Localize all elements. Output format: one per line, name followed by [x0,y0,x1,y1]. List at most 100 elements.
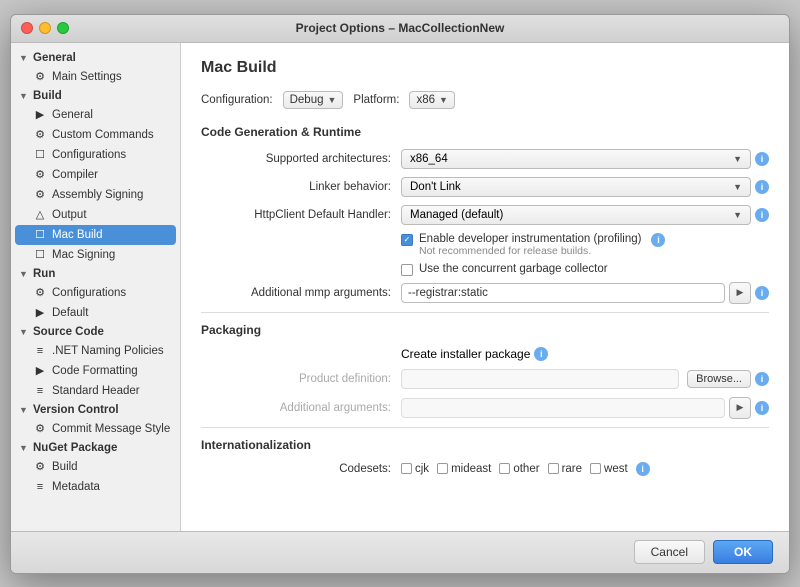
chevron-down-icon: ▼ [733,210,742,220]
codeset-cjk: cjk [401,463,429,475]
linker-label: Linker behavior: [201,181,401,193]
sidebar-item-mac-build[interactable]: ☐ Mac Build [15,225,176,245]
sidebar-item-net-naming[interactable]: ≡ .NET Naming Policies [11,341,180,361]
supported-arch-select[interactable]: x86_64 ▼ [401,149,751,169]
info-icon[interactable]: i [755,286,769,300]
minimize-button[interactable] [39,22,51,34]
west-checkbox[interactable] [590,463,601,474]
configuration-select[interactable]: Debug ▼ [283,91,344,109]
ok-button[interactable]: OK [713,540,773,564]
rare-label: rare [562,463,582,475]
info-icon[interactable]: i [651,233,665,247]
browse-button[interactable]: Browse... [687,370,751,388]
info-icon[interactable]: i [636,462,650,476]
sidebar-item-assembly-signing[interactable]: ⚙ Assembly Signing [11,185,180,205]
info-icon[interactable]: i [755,152,769,166]
sidebar-item-custom-commands[interactable]: ⚙ Custom Commands [11,125,180,145]
info-icon[interactable]: i [755,208,769,222]
linker-select[interactable]: Don't Link ▼ [401,177,751,197]
chevron-down-icon: ▼ [19,443,29,453]
cancel-button[interactable]: Cancel [634,540,705,564]
chevron-down-icon: ▼ [733,154,742,164]
sidebar-item-code-formatting[interactable]: ▶ Code Formatting [11,361,180,381]
sidebar-section-nuget-label: NuGet Package [33,442,117,454]
sidebar-item-general-label: General [52,109,93,121]
httpclient-value: Managed (default) [410,209,503,221]
chevron-down-icon: ▼ [328,95,337,105]
chevron-down-icon: ▼ [19,53,29,63]
window-controls [21,22,69,34]
linker-control: Don't Link ▼ i [401,177,769,197]
linker-row: Linker behavior: Don't Link ▼ i [201,177,769,197]
checkbox-icon: ☐ [33,248,47,262]
sidebar: ▼ General ⚙ Main Settings ▼ Build ▶ Gene… [11,43,181,531]
close-button[interactable] [21,22,33,34]
sidebar-section-source-code[interactable]: ▼ Source Code [11,323,180,341]
sidebar-item-nuget-build[interactable]: ⚙ Build [11,457,180,477]
section-divider [201,312,769,313]
info-icon[interactable]: i [755,372,769,386]
triangle-icon: △ [33,208,47,222]
info-icon[interactable]: i [755,180,769,194]
sidebar-item-general[interactable]: ▶ General [11,105,180,125]
sidebar-section-build-label: Build [33,90,62,102]
mideast-checkbox[interactable] [437,463,448,474]
mideast-label: mideast [451,463,491,475]
sidebar-item-main-settings-label: Main Settings [52,71,122,83]
args-arrow-button[interactable]: ▶ [729,282,751,304]
sidebar-item-mac-signing[interactable]: ☐ Mac Signing [11,245,180,265]
checkbox-icon: ☐ [33,228,47,242]
maximize-button[interactable] [57,22,69,34]
platform-select[interactable]: x86 ▼ [409,91,454,109]
sidebar-section-nuget[interactable]: ▼ NuGet Package [11,439,180,457]
gear-icon: ⚙ [33,168,47,182]
sidebar-item-compiler-label: Compiler [52,169,98,181]
gear-icon: ⚙ [33,128,47,142]
sidebar-item-main-settings[interactable]: ⚙ Main Settings [11,67,180,87]
additional-arguments-control: ▶ i [401,397,769,419]
httpclient-control: Managed (default) ▼ i [401,205,769,225]
additional-arguments-row: Additional arguments: ▶ i [201,397,769,419]
product-definition-input[interactable] [401,369,679,389]
sidebar-item-commit-message[interactable]: ⚙ Commit Message Style [11,419,180,439]
sidebar-section-run-label: Run [33,268,55,280]
sidebar-section-general-label: General [33,52,76,64]
additional-arguments-input[interactable] [401,398,725,418]
sidebar-item-metadata[interactable]: ≡ Metadata [11,477,180,497]
sidebar-section-run[interactable]: ▼ Run [11,265,180,283]
rare-checkbox[interactable] [548,463,559,474]
args-arrow-button[interactable]: ▶ [729,397,751,419]
httpclient-row: HttpClient Default Handler: Managed (def… [201,205,769,225]
sidebar-item-custom-commands-label: Custom Commands [52,129,154,141]
info-icon[interactable]: i [755,401,769,415]
instrumentation-checkbox[interactable] [401,234,413,246]
packaging-section-header: Packaging [201,323,769,337]
sidebar-item-default[interactable]: ▶ Default [11,303,180,323]
intl-section: Internationalization Codesets: cjk midea… [201,438,769,476]
other-label: other [513,463,539,475]
list-icon: ≡ [33,384,47,398]
instrumentation-label: Enable developer instrumentation (profil… [419,233,641,245]
sidebar-item-standard-header[interactable]: ≡ Standard Header [11,381,180,401]
sidebar-section-version-control-label: Version Control [33,404,119,416]
sidebar-item-configurations[interactable]: ☐ Configurations [11,145,180,165]
info-icon[interactable]: i [534,347,548,361]
additional-args-input[interactable] [401,283,725,303]
codeset-mideast: mideast [437,463,491,475]
gc-checkbox[interactable] [401,264,413,276]
additional-args-row: Additional mmp arguments: ▶ i [201,282,769,304]
additional-args-control: ▶ i [401,282,769,304]
sidebar-section-general[interactable]: ▼ General [11,49,180,67]
platform-value: x86 [416,94,435,106]
httpclient-select[interactable]: Managed (default) ▼ [401,205,751,225]
sidebar-item-compiler[interactable]: ⚙ Compiler [11,165,180,185]
other-checkbox[interactable] [499,463,510,474]
window-title: Project Options – MacCollectionNew [296,21,505,35]
sidebar-section-version-control[interactable]: ▼ Version Control [11,401,180,419]
create-installer-label: Create installer package [401,347,530,361]
sidebar-item-run-configurations[interactable]: ⚙ Configurations [11,283,180,303]
codeset-west: west [590,463,628,475]
sidebar-section-build[interactable]: ▼ Build [11,87,180,105]
cjk-checkbox[interactable] [401,463,412,474]
sidebar-item-output[interactable]: △ Output [11,205,180,225]
